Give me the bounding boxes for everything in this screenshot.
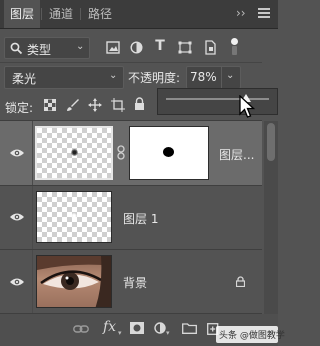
visibility-column xyxy=(0,250,33,313)
collapse-panel-button[interactable]: ›› xyxy=(236,6,246,20)
fx-icon[interactable]: fx xyxy=(103,319,116,335)
lock-position-icon[interactable] xyxy=(88,98,102,112)
watermark-text: 头条 @做图教学 xyxy=(219,331,285,341)
lock-transparent-icon[interactable] xyxy=(44,99,56,111)
tab-paths[interactable]: 路径 xyxy=(82,0,118,28)
chevron-down-icon: ⌄ xyxy=(226,70,235,81)
layer-thumbnail[interactable] xyxy=(35,126,113,180)
tab-divider xyxy=(80,8,81,20)
chevron-down-icon: ⌄ xyxy=(109,70,118,81)
opacity-slider-popup[interactable] xyxy=(157,88,278,115)
lock-artboard-icon[interactable] xyxy=(111,98,125,112)
thumbnail-dot xyxy=(71,213,77,219)
filter-kind-label: 类型 xyxy=(27,43,52,57)
filter-toggle-icon[interactable] xyxy=(231,38,238,56)
hamburger-icon[interactable] xyxy=(258,7,270,19)
visibility-column xyxy=(0,186,33,249)
layer-name[interactable]: 图层 1 xyxy=(123,210,158,227)
cursor-arrow-icon xyxy=(239,95,256,118)
add-mask-icon[interactable] xyxy=(130,322,144,334)
adjustment-filter-icon[interactable] xyxy=(130,41,143,54)
watermark-badge: 头条 @做图教学 xyxy=(216,326,285,343)
blend-mode-select[interactable]: 柔光 ⌄ xyxy=(4,66,124,89)
search-icon xyxy=(10,42,23,55)
tab-channels[interactable]: 通道 xyxy=(43,0,79,28)
layer-name[interactable]: 背景 xyxy=(123,274,147,291)
mask-link-icon[interactable] xyxy=(117,145,125,160)
lock-label: 锁定: xyxy=(5,101,34,115)
chevron-down-icon: ⌄ xyxy=(76,41,85,52)
layer-thumbnail[interactable] xyxy=(36,191,112,243)
opacity-value: 78% xyxy=(190,70,217,84)
smart-object-filter-icon[interactable] xyxy=(204,40,217,55)
group-icon[interactable] xyxy=(182,322,197,334)
image-filter-icon[interactable] xyxy=(106,41,120,54)
divider xyxy=(221,67,222,88)
divider xyxy=(0,62,262,63)
lock-pixels-icon[interactable] xyxy=(66,98,79,112)
visibility-column xyxy=(0,121,33,185)
chevron-down-icon: ▾ xyxy=(166,329,170,337)
chevron-down-icon: ▾ xyxy=(118,329,122,337)
tab-divider xyxy=(41,8,42,20)
thumbnail-dot xyxy=(71,149,78,156)
shape-filter-icon[interactable] xyxy=(178,41,192,54)
tab-layers[interactable]: 图层 xyxy=(4,0,41,28)
filter-kind-select[interactable]: 类型 ⌄ xyxy=(4,37,90,59)
opacity-label: 不透明度: xyxy=(128,71,181,85)
lock-icon xyxy=(236,276,245,287)
mask-blob xyxy=(163,147,174,157)
layer-name[interactable]: 图层... xyxy=(219,146,254,163)
scrollbar-thumb[interactable] xyxy=(267,123,275,161)
layer-mask-thumbnail[interactable] xyxy=(129,126,209,180)
layer-thumbnail[interactable] xyxy=(36,255,112,308)
lock-all-icon[interactable] xyxy=(134,97,145,111)
blend-mode-value: 柔光 xyxy=(12,72,37,86)
eye-photo-image xyxy=(37,256,111,307)
link-layers-icon[interactable] xyxy=(73,324,89,334)
opacity-input[interactable]: 78% ⌄ xyxy=(186,66,241,89)
type-filter-icon[interactable]: T xyxy=(153,38,167,54)
adjustment-layer-icon[interactable] xyxy=(154,322,166,334)
